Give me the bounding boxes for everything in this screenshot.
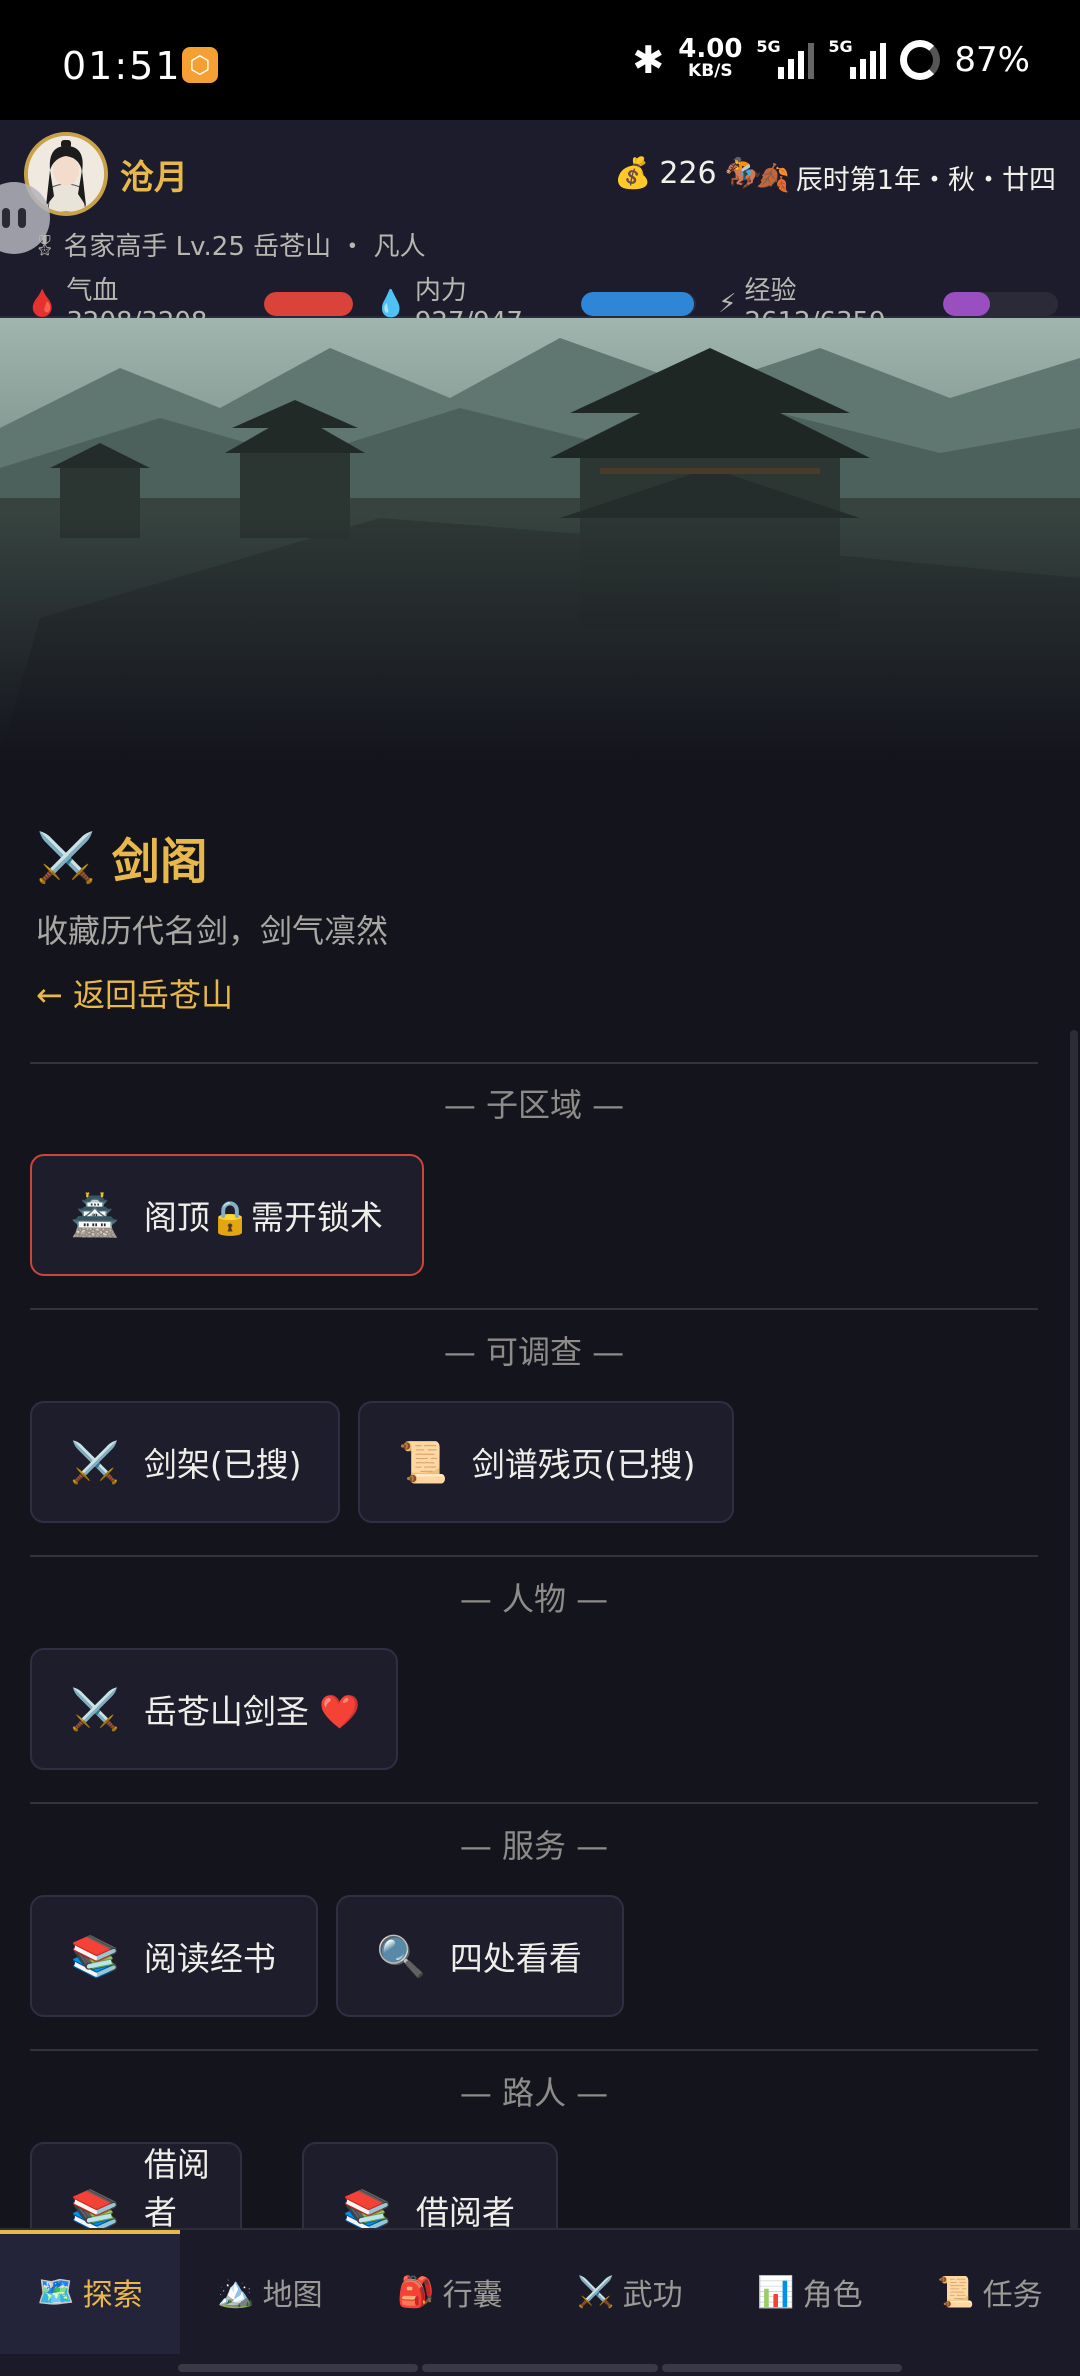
- tab-map[interactable]: 🏔️ 地图: [180, 2230, 360, 2354]
- castle-icon: 🏯: [70, 1192, 120, 1239]
- service-label: 四处看看: [449, 1939, 582, 1978]
- divider: [30, 1308, 1038, 1310]
- look-around-button[interactable]: 🔍 四处看看: [336, 1895, 624, 2017]
- investigate-manual-page-button[interactable]: 📜 剑谱残页(已搜): [358, 1401, 734, 1523]
- hp-bar-fill: [264, 291, 353, 316]
- tab-character[interactable]: 📊 角色: [720, 2230, 900, 2354]
- sub-area-label: 阁顶🔒需开锁术: [143, 1198, 383, 1237]
- battery-percent: 87%: [954, 40, 1030, 80]
- scroll-icon: 📜: [937, 2274, 975, 2310]
- bottom-navigation: 🗺️ 探索 🏔️ 地图 🎒 行囊 ⚔️ 武功 📊 角色 📜 任务: [0, 2228, 1080, 2376]
- backpack-icon: 🎒: [397, 2274, 435, 2310]
- location-description: 收藏历代名剑，剑气凛然: [36, 912, 389, 950]
- date-text: 辰时第1年・秋・廿四: [795, 165, 1056, 196]
- section-characters: — 人物 —: [459, 1580, 609, 1618]
- passerby-label: 借阅者: [143, 2145, 210, 2232]
- tab-explore[interactable]: 🗺️ 探索: [0, 2230, 180, 2354]
- crossed-swords-icon: ⚔️: [577, 2274, 615, 2310]
- star-medal-icon: 🎖: [32, 232, 58, 257]
- player-header: 沧月 💰 226 🏇 🍂 辰时第1年・秋・廿四 🎖 名家高手 Lv.25 岳苍山…: [0, 120, 1080, 337]
- tab-label: 角色: [802, 2278, 863, 2313]
- autumn-leaf-icon: 🍂: [756, 162, 790, 194]
- tab-label: 地图: [262, 2278, 323, 2313]
- scroll-icon: 📜: [398, 1439, 448, 1486]
- crossed-swords-icon: ⚔️: [70, 1686, 120, 1733]
- clock: 01:51: [62, 44, 182, 88]
- section-services: — 服务 —: [459, 1827, 609, 1865]
- signal-icon: 5G: [756, 37, 815, 79]
- back-link[interactable]: ← 返回岳苍山: [36, 970, 233, 1016]
- tab-quests[interactable]: 📜 任务: [900, 2230, 1080, 2354]
- location-banner-image: [0, 318, 1080, 758]
- bar-chart-icon: 📊: [757, 2274, 795, 2310]
- tab-label: 任务: [982, 2278, 1043, 2313]
- service-label: 阅读经书: [143, 1939, 276, 1978]
- mp-bar-fill: [581, 291, 694, 316]
- passerby-label: 借阅者: [415, 2193, 515, 2232]
- books-icon: 📚: [70, 2188, 120, 2234]
- home-indicator: [422, 2364, 658, 2372]
- mp-bar: [581, 291, 697, 316]
- divider: [30, 2049, 1038, 2051]
- battery-ring-icon: [900, 40, 941, 80]
- tab-label: 武功: [622, 2278, 683, 2313]
- tab-label: 行囊: [442, 2278, 503, 2313]
- app-screen: 01:51 ⬡ ✱ 4.00 KB/S 5G 5G 87% 沧月 💰 226 🏇…: [0, 0, 1080, 2376]
- player-name: 沧月: [120, 158, 188, 198]
- notification-app-icon: ⬡: [182, 47, 218, 83]
- crossed-swords-icon: ⚔️: [36, 829, 96, 886]
- water-drop-icon: 💧: [374, 288, 407, 319]
- title-text: 名家高手 Lv.25 岳苍山 ・ 凡人: [63, 232, 426, 262]
- location-title: ⚔️ 剑阁: [36, 822, 208, 892]
- section-passersby: — 路人 —: [459, 2074, 609, 2112]
- investigate-label: 剑架(已搜): [143, 1445, 302, 1484]
- books-icon: 📚: [342, 2188, 392, 2234]
- lightning-icon: ⚡: [718, 288, 737, 319]
- section-investigate: — 可调查 —: [443, 1333, 625, 1371]
- tab-inventory[interactable]: 🎒 行囊: [360, 2230, 540, 2354]
- scrollbar[interactable]: [1070, 1030, 1078, 2230]
- investigate-label: 剑谱残页(已搜): [471, 1445, 696, 1484]
- read-scriptures-button[interactable]: 📚 阅读经书: [30, 1895, 318, 2017]
- divider: [30, 1802, 1038, 1804]
- crossed-swords-icon: ⚔️: [70, 1439, 120, 1486]
- home-indicator: [662, 2364, 902, 2372]
- money-display: 💰 226 🏇: [614, 156, 762, 191]
- blood-drop-icon: 🩸: [26, 288, 59, 319]
- player-title-line: 🎖 名家高手 Lv.25 岳苍山 ・ 凡人: [32, 226, 426, 263]
- magnifier-icon: 🔍: [376, 1933, 426, 1980]
- npc-label: 岳苍山剑圣 ❤️: [143, 1692, 361, 1731]
- sub-area-button-rooftop[interactable]: 🏯 阁顶🔒需开锁术: [30, 1154, 424, 1276]
- xp-bar-fill: [942, 291, 990, 316]
- tab-martial-arts[interactable]: ⚔️ 武功: [540, 2230, 720, 2354]
- map-icon: 🗺️: [37, 2274, 75, 2310]
- home-indicator: [178, 2364, 418, 2372]
- tab-label: 探索: [82, 2278, 143, 2313]
- books-icon: 📚: [70, 1933, 120, 1980]
- mountain-icon: 🏔️: [217, 2274, 255, 2310]
- network-speed: 4.00 KB/S: [678, 34, 743, 81]
- bluetooth-icon: ✱: [632, 38, 665, 82]
- section-sub-areas: — 子区域 —: [443, 1086, 625, 1124]
- investigate-sword-rack-button[interactable]: ⚔️ 剑架(已搜): [30, 1401, 340, 1523]
- signal-icon-2: 5G: [828, 37, 887, 79]
- money-amount: 226: [659, 156, 717, 191]
- system-status-bar: 01:51 ⬡ ✱ 4.00 KB/S 5G 5G 87%: [0, 0, 1080, 120]
- passerby-reader-button-2[interactable]: 📚 借阅者: [302, 2142, 558, 2242]
- hp-bar: [264, 291, 353, 316]
- divider: [30, 1555, 1038, 1557]
- location-name: 剑阁: [111, 834, 208, 890]
- xp-bar: [942, 291, 1058, 316]
- money-bag-icon: 💰: [614, 156, 652, 191]
- divider: [30, 1062, 1038, 1064]
- npc-sword-saint-button[interactable]: ⚔️ 岳苍山剑圣 ❤️: [30, 1648, 398, 1770]
- passerby-reader-button-1[interactable]: 📚 借阅者: [30, 2142, 242, 2242]
- game-date: 🍂 辰时第1年・秋・廿四: [756, 158, 1056, 197]
